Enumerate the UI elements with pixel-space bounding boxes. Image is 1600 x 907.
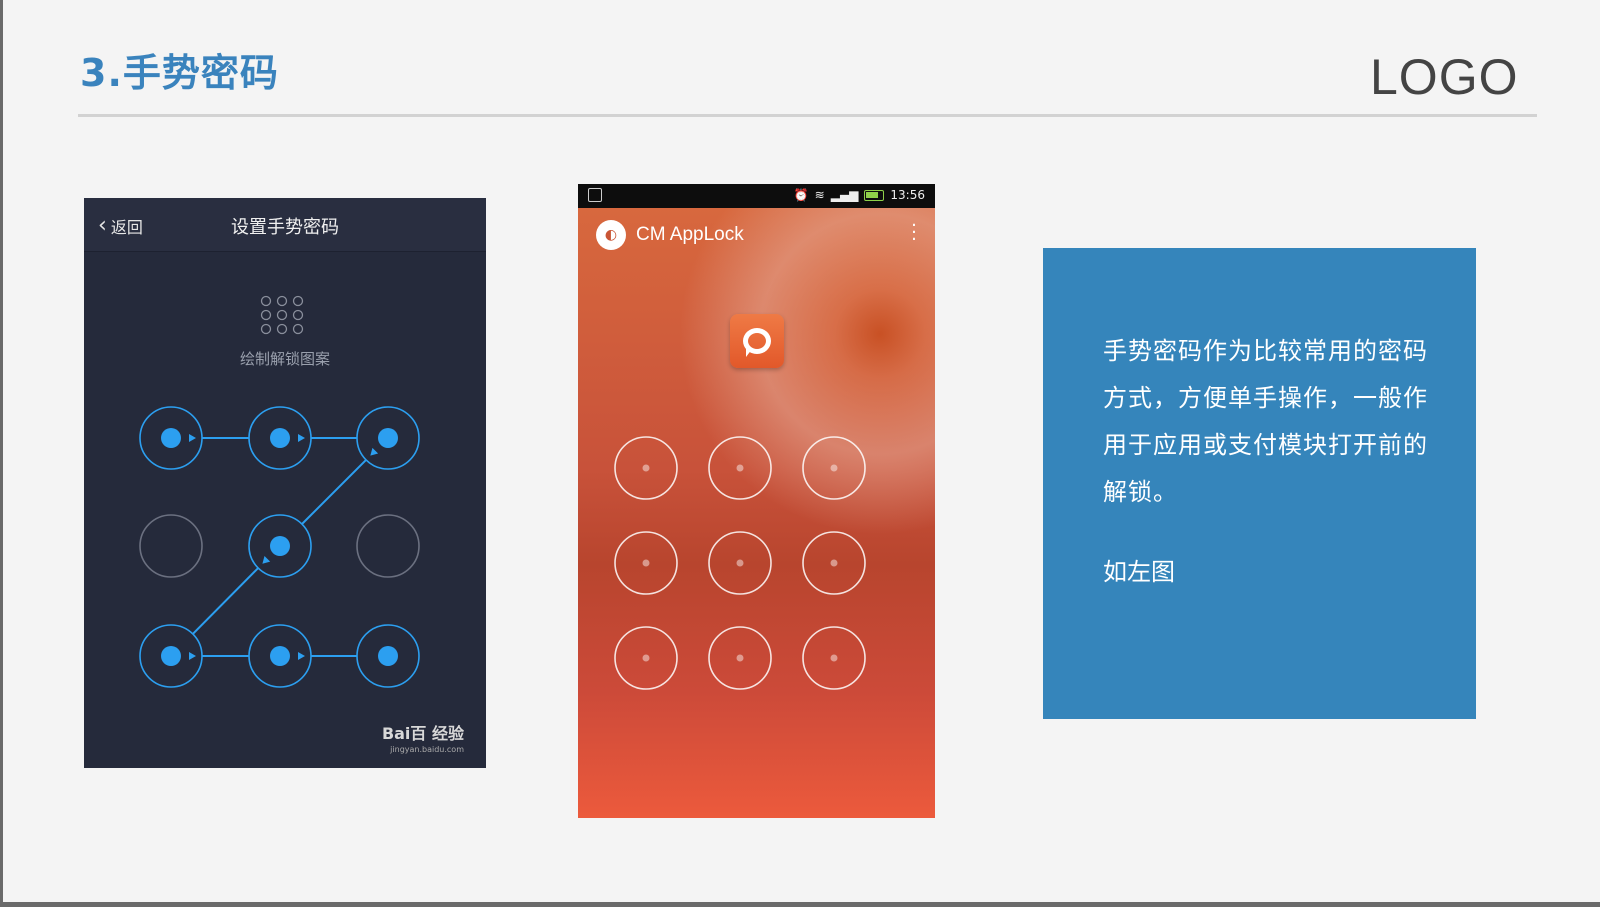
cm-applock-screenshot: ⏰ ≋ ▂▄▆ 13:56 ◐ CM AppLock · · ·	[578, 184, 935, 818]
gesture-setup-screenshot: ‹ 返回 设置手势密码 绘制解锁图案 Bai百 经验 jingyan.baidu…	[84, 198, 486, 768]
slide-frame-left	[0, 0, 3, 907]
pattern-node[interactable]	[356, 514, 420, 578]
description-text: 手势密码作为比较常用的密码方式，方便单手操作，一般作用于应用或支付模块打开前的解…	[1103, 337, 1428, 506]
description-note: 如左图	[1103, 558, 1175, 586]
unlock-node-dot	[736, 654, 744, 662]
pattern-node-dot	[378, 646, 398, 666]
unlock-node-dot	[830, 464, 838, 472]
pattern-node-dot	[270, 646, 290, 666]
pattern-node-dot	[161, 646, 181, 666]
pattern-node[interactable]	[139, 514, 203, 578]
pattern-node-dot	[161, 428, 181, 448]
pattern-node-dot	[270, 536, 290, 556]
description-panel: 手势密码作为比较常用的密码方式，方便单手操作，一般作用于应用或支付模块打开前的解…	[1043, 248, 1476, 719]
unlock-node-dot	[642, 559, 650, 567]
unlock-node-dot	[736, 559, 744, 567]
unlock-node-dot	[830, 654, 838, 662]
unlock-node-dot	[642, 464, 650, 472]
logo-placeholder: LOGO	[1370, 49, 1519, 105]
unlock-pattern-pad[interactable]	[578, 184, 935, 818]
watermark-brand: Bai百 经验	[381, 724, 464, 743]
watermark-url: jingyan.baidu.com	[390, 745, 464, 754]
pattern-node-dot	[378, 428, 398, 448]
unlock-node-dot	[830, 559, 838, 567]
slide-title: 3.手势密码	[80, 51, 279, 95]
unlock-node-dot	[642, 654, 650, 662]
pattern-node-dot	[270, 428, 290, 448]
pattern-lock-grid[interactable]	[84, 198, 486, 768]
header-divider	[78, 114, 1537, 117]
unlock-node-dot	[736, 464, 744, 472]
slide-frame-bottom	[0, 902, 1600, 907]
baidu-watermark: Bai百 经验 jingyan.baidu.com	[382, 726, 464, 758]
